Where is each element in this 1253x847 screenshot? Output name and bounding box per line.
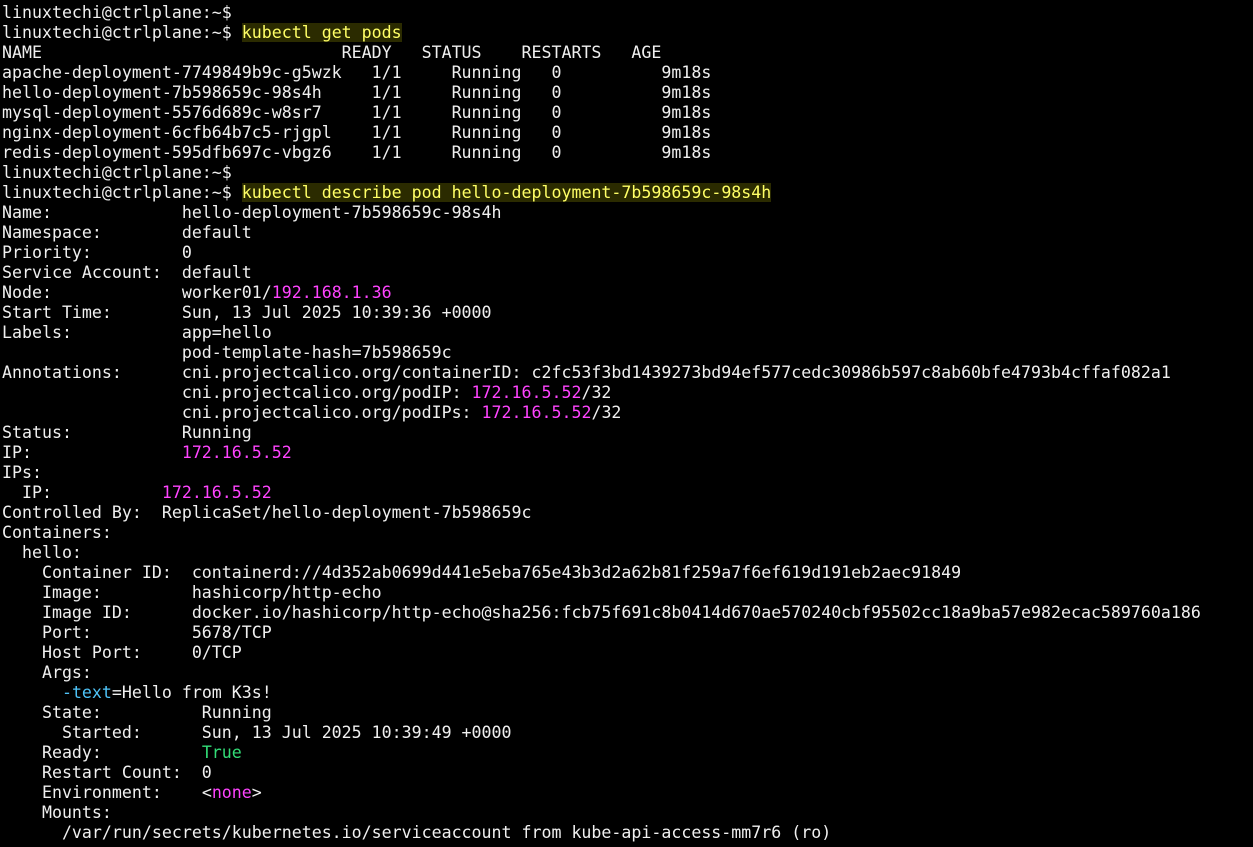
describe-image-id: Image ID: docker.io/hashicorp/http-echo@…: [2, 603, 1201, 622]
describe-annotation-pod-ip: cni.projectcalico.org/podIP: 172.16.5.52…: [0, 383, 1253, 403]
annotation-key: cni.projectcalico.org/podIP:: [2, 383, 472, 402]
describe-started: Started: Sun, 13 Jul 2025 10:39:49 +0000: [2, 723, 512, 742]
ready-label: Ready:: [2, 743, 202, 762]
ready-value: True: [201, 743, 242, 762]
prompt: linuxtechi@ctrlplane:~$: [2, 163, 232, 182]
describe-ip: IP: 172.16.5.52: [0, 443, 1253, 463]
node-label: Node: worker01/: [2, 283, 272, 302]
annotation-key: cni.projectcalico.org/podIPs:: [2, 403, 482, 422]
describe-priority: Priority: 0: [2, 243, 192, 262]
pod-row: mysql-deployment-5576d689c-w8sr7 1/1 Run…: [2, 103, 712, 122]
prompt: linuxtechi@ctrlplane:~$: [2, 3, 232, 22]
describe-ips-label: IPs:: [2, 463, 42, 482]
pod-row: redis-deployment-595dfb697c-vbgz6 1/1 Ru…: [2, 143, 712, 162]
describe-restart-count: Restart Count: 0: [2, 763, 212, 782]
env-value: none: [211, 783, 252, 802]
describe-namespace: Namespace: default: [2, 223, 252, 242]
describe-service-account: Service Account: default: [2, 263, 252, 282]
describe-controlled-by: Controlled By: ReplicaSet/hello-deployme…: [2, 503, 532, 522]
describe-arg: -text=Hello from K3s!: [0, 683, 1253, 703]
describe-mounts: Mounts:: [2, 803, 112, 822]
describe-ips-ip: IP: 172.16.5.52: [0, 483, 1253, 503]
describe-container-id: Container ID: containerd://4d352ab0699d4…: [2, 563, 962, 582]
describe-labels-cont: pod-template-hash=7b598659c: [2, 343, 452, 362]
command-get-pods: kubectl get pods: [241, 23, 402, 42]
pod-row: hello-deployment-7b598659c-98s4h 1/1 Run…: [2, 83, 712, 102]
describe-containers: Containers:: [2, 523, 112, 542]
ips-ip-label: IP:: [2, 483, 162, 502]
describe-port: Port: 5678/TCP: [2, 623, 272, 642]
describe-container-hello: hello:: [2, 543, 82, 562]
ips-ip-value: 172.16.5.52: [161, 483, 272, 502]
env-bracket: >: [251, 783, 262, 802]
annotation-ip: 172.16.5.52: [471, 383, 582, 402]
describe-image: Image: hashicorp/http-echo: [2, 583, 382, 602]
describe-environment: Environment: <none>: [0, 783, 1253, 803]
describe-status: Status: Running: [2, 423, 252, 442]
describe-ready: Ready: True: [0, 743, 1253, 763]
pod-row: apache-deployment-7749849b9c-g5wzk 1/1 R…: [2, 63, 712, 82]
pods-header: NAME READY STATUS RESTARTS AGE: [2, 43, 662, 62]
prompt: linuxtechi@ctrlplane:~$: [2, 23, 232, 42]
annotation-suffix: /32: [591, 403, 622, 422]
arg-value: =Hello from K3s!: [111, 683, 272, 702]
describe-state: State: Running: [2, 703, 272, 722]
arg-flag: -text: [61, 683, 112, 702]
command-line: linuxtechi@ctrlplane:~$ kubectl get pods: [0, 23, 1253, 43]
describe-host-port: Host Port: 0/TCP: [2, 643, 242, 662]
ip-label: IP:: [2, 443, 182, 462]
describe-args: Args:: [2, 663, 92, 682]
prompt: linuxtechi@ctrlplane:~$: [2, 183, 232, 202]
annotation-suffix: /32: [581, 383, 612, 402]
describe-name: Name: hello-deployment-7b598659c-98s4h: [2, 203, 502, 222]
describe-mount: /var/run/secrets/kubernetes.io/serviceac…: [2, 823, 832, 842]
prompt-line: linuxtechi@ctrlplane:~$: [0, 163, 1253, 183]
describe-start-time: Start Time: Sun, 13 Jul 2025 10:39:36 +0…: [2, 303, 492, 322]
describe-node: Node: worker01/192.168.1.36: [0, 283, 1253, 303]
command-describe-pod: kubectl describe pod hello-deployment-7b…: [241, 183, 772, 202]
pod-row: nginx-deployment-6cfb64b7c5-rjgpl 1/1 Ru…: [2, 123, 712, 142]
annotation-ip: 172.16.5.52: [481, 403, 592, 422]
node-ip: 192.168.1.36: [271, 283, 392, 302]
describe-labels: Labels: app=hello: [2, 323, 272, 342]
ip-value: 172.16.5.52: [181, 443, 292, 462]
describe-annotation-pod-ips: cni.projectcalico.org/podIPs: 172.16.5.5…: [0, 403, 1253, 423]
env-bracket: <: [201, 783, 212, 802]
command-line: linuxtechi@ctrlplane:~$ kubectl describe…: [0, 183, 1253, 203]
terminal-window[interactable]: linuxtechi@ctrlplane:~$ linuxtechi@ctrlp…: [0, 0, 1253, 847]
describe-annotation-container-id: Annotations: cni.projectcalico.org/conta…: [2, 363, 1171, 382]
env-label: Environment:: [2, 783, 202, 802]
prompt-line: linuxtechi@ctrlplane:~$: [0, 3, 1253, 23]
